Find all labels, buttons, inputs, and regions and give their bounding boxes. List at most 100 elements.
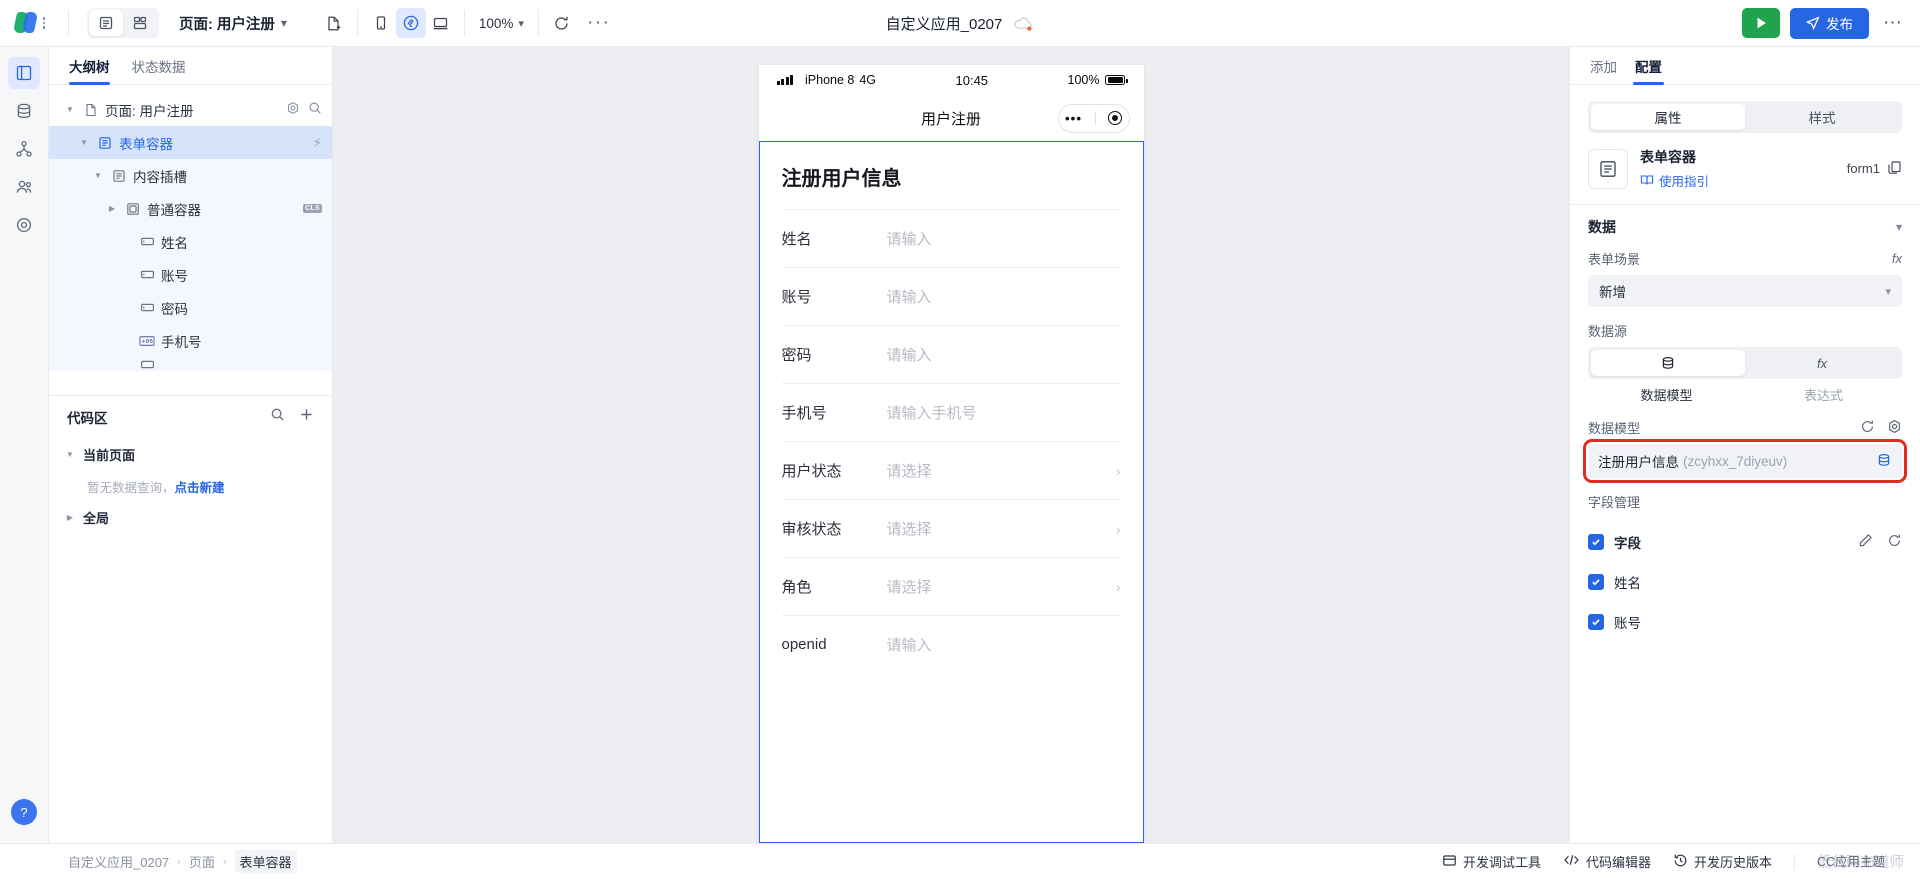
miniprogram-capsule[interactable]: ••• xyxy=(1057,103,1130,133)
app-logo[interactable] xyxy=(0,12,60,34)
usage-guide-link[interactable]: 使用指引 xyxy=(1640,171,1709,190)
rail-item-settings[interactable] xyxy=(8,209,40,241)
rail-item-database[interactable] xyxy=(8,95,40,127)
form-row[interactable]: 密码 请输入 xyxy=(781,325,1121,383)
component-info: 表单容器 使用指引 xyxy=(1640,147,1709,190)
chevron-down-icon[interactable]: ▾ xyxy=(1896,220,1902,234)
rail-item-workflow[interactable] xyxy=(8,133,40,165)
copy-icon[interactable] xyxy=(1887,160,1902,178)
breadcrumb-page[interactable]: 页面 xyxy=(189,852,215,871)
tree-node-partial[interactable]: ▶ xyxy=(49,357,332,371)
zoom-selector[interactable]: 100% ▾ xyxy=(473,16,530,31)
grid-view-button[interactable] xyxy=(123,10,157,36)
chevron-right-icon[interactable]: ▶ xyxy=(63,513,77,522)
checkbox-checked[interactable] xyxy=(1588,614,1604,630)
chevron-down-icon[interactable]: ▼ xyxy=(77,138,91,147)
segment-data-model[interactable] xyxy=(1591,350,1745,376)
chevron-down-icon[interactable]: ▼ xyxy=(63,105,77,114)
capsule-close-icon[interactable] xyxy=(1108,111,1123,125)
refresh-button[interactable] xyxy=(547,8,577,38)
rail-item-roles[interactable] xyxy=(8,171,40,203)
field-value[interactable]: 请选择 xyxy=(887,576,1116,597)
form-row[interactable]: 审核状态 请选择 › xyxy=(781,499,1121,557)
add-page-button[interactable] xyxy=(319,8,349,38)
field-value[interactable]: 请输入 xyxy=(887,344,1121,365)
help-button[interactable]: ? xyxy=(11,799,37,825)
breadcrumb-app[interactable]: 自定义应用_0207 xyxy=(68,852,169,871)
tree-node-content-slot[interactable]: ▼ 内容插槽 xyxy=(49,159,332,192)
form-row[interactable]: 账号 请输入 xyxy=(781,267,1121,325)
tab-config[interactable]: 配置 xyxy=(1633,47,1664,85)
field-value[interactable]: 请选择 xyxy=(887,460,1116,481)
create-query-link[interactable]: 点击新建 xyxy=(175,477,225,496)
form-row[interactable]: 用户状态 请选择 › xyxy=(781,441,1121,499)
tree-node-phone-field[interactable]: ▶ +86 手机号 xyxy=(49,324,332,357)
database-icon[interactable] xyxy=(1876,452,1892,471)
canvas-area[interactable]: iPhone 8 4G 10:45 100% 用户注册 ••• 注册用户信息 姓… xyxy=(333,47,1569,843)
refresh-icon[interactable] xyxy=(1887,533,1902,551)
form-row[interactable]: 姓名 请输入 xyxy=(781,209,1121,267)
field-value[interactable]: 请输入 xyxy=(887,228,1121,249)
tree-node-password-field[interactable]: ▶ 密码 xyxy=(49,291,332,324)
tab-outline-tree[interactable]: 大纲树 xyxy=(69,47,110,85)
topbar-overflow-button[interactable]: ··· xyxy=(1879,13,1906,32)
tab-add[interactable]: 添加 xyxy=(1590,47,1617,85)
form-row[interactable]: 手机号 请输入手机号 xyxy=(781,383,1121,441)
chevron-right-icon: › xyxy=(1115,462,1121,479)
tree-node-name-field[interactable]: ▶ 姓名 xyxy=(49,225,332,258)
logo-menu-icon[interactable] xyxy=(42,17,46,29)
device-miniprogram-button[interactable] xyxy=(395,8,426,38)
field-value[interactable]: 请选择 xyxy=(887,518,1116,539)
chevron-right-icon[interactable]: ▶ xyxy=(105,204,119,213)
toolbar-more-button[interactable]: ··· xyxy=(577,13,620,32)
tab-state-data[interactable]: 状态数据 xyxy=(132,47,186,85)
rail-item-pages[interactable] xyxy=(8,57,40,89)
search-icon[interactable] xyxy=(270,407,285,427)
device-mobile-button[interactable] xyxy=(366,8,396,38)
refresh-icon[interactable] xyxy=(1860,419,1875,437)
search-icon[interactable] xyxy=(308,101,322,118)
chevron-down-icon: ▾ xyxy=(518,17,524,30)
checkbox-checked[interactable] xyxy=(1588,574,1604,590)
code-editor-button[interactable]: 代码编辑器 xyxy=(1563,852,1651,871)
tree-node-account-field[interactable]: ▶ 账号 xyxy=(49,258,332,291)
publish-button[interactable]: 发布 xyxy=(1790,7,1870,39)
form-row[interactable]: openid 请输入 xyxy=(781,615,1121,673)
field-row[interactable]: 姓名 xyxy=(1570,562,1920,602)
lightning-icon[interactable]: ⚡ xyxy=(313,135,322,151)
form-row[interactable]: 角色 请选择 › xyxy=(781,557,1121,615)
history-versions-button[interactable]: 开发历史版本 xyxy=(1673,852,1772,871)
field-value[interactable]: 请输入 xyxy=(887,634,1121,655)
field-row[interactable]: 账号 xyxy=(1570,602,1920,642)
page-selector[interactable]: 页面: 用户注册 ▾ xyxy=(179,13,287,34)
checkbox-checked[interactable] xyxy=(1588,534,1604,550)
add-icon[interactable] xyxy=(299,407,314,427)
capsule-menu-icon[interactable]: ••• xyxy=(1065,111,1082,125)
field-value[interactable]: 请输入 xyxy=(887,286,1121,307)
debug-tools-button[interactable]: 开发调试工具 xyxy=(1442,852,1541,871)
code-group-global[interactable]: ▶ 全局 xyxy=(49,501,332,534)
device-desktop-button[interactable] xyxy=(426,8,456,38)
form-container-preview[interactable]: 注册用户信息 姓名 请输入 账号 请输入 密码 请输入 手机号 请输入手机号 用… xyxy=(758,141,1144,843)
gear-icon[interactable] xyxy=(1887,419,1902,437)
app-root: 页面: 用户注册 ▾ 100% ▾ ··· 自定义应用_0207 发布 ··· … xyxy=(0,0,1920,879)
form-scene-select[interactable]: 新增 ▾ xyxy=(1588,275,1902,307)
segment-properties[interactable]: 属性 xyxy=(1591,104,1745,130)
data-model-input[interactable]: 注册用户信息 (zcyhxx_7diyeuv) xyxy=(1583,439,1907,483)
fx-icon[interactable]: fx xyxy=(1892,251,1902,266)
phone-nav-bar: 用户注册 ••• xyxy=(759,95,1144,141)
tree-node-form-container[interactable]: ▼ 表单容器 ⚡ xyxy=(49,126,332,159)
tree-node-page[interactable]: ▼ 页面: 用户注册 xyxy=(49,93,332,126)
run-button[interactable] xyxy=(1742,8,1781,38)
segment-styles[interactable]: 样式 xyxy=(1745,104,1899,130)
field-value[interactable]: 请输入手机号 xyxy=(887,402,1121,423)
outline-view-button[interactable] xyxy=(89,10,123,36)
tree-node-normal-container[interactable]: ▶ 普通容器 CLS xyxy=(49,192,332,225)
code-group-current-page[interactable]: ▼ 当前页面 xyxy=(49,438,332,471)
gear-icon[interactable] xyxy=(286,101,300,118)
chevron-down-icon[interactable]: ▼ xyxy=(91,171,105,180)
data-section-header[interactable]: 数据 ▾ xyxy=(1570,205,1920,249)
edit-icon[interactable] xyxy=(1858,533,1873,551)
chevron-down-icon[interactable]: ▼ xyxy=(63,450,77,459)
segment-expression[interactable]: fx xyxy=(1745,350,1899,376)
